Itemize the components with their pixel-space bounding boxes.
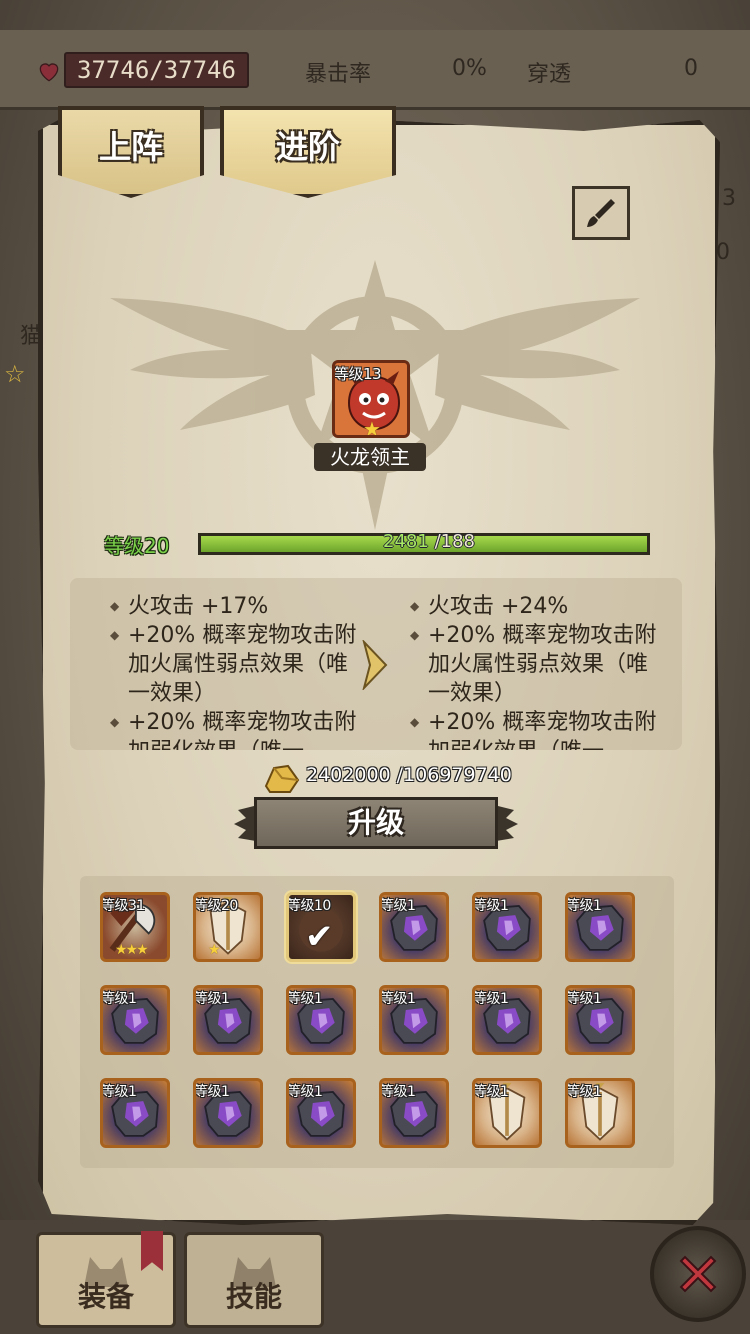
material-level: 等级1 xyxy=(566,898,602,914)
edit-button[interactable] xyxy=(572,186,630,240)
star-icon: ★ xyxy=(363,417,381,438)
side-peek-value: 0 xyxy=(716,240,730,265)
ribbon-icon xyxy=(141,1231,163,1271)
material-level: 等级1 xyxy=(566,1084,602,1100)
close-icon xyxy=(679,1255,717,1293)
material-item[interactable]: 等级1 xyxy=(379,892,449,962)
pet-level: 等级13 xyxy=(334,365,382,383)
tab-equip[interactable]: 装备 xyxy=(36,1231,176,1328)
material-level: 等级1 xyxy=(101,1084,137,1100)
tab-skill[interactable]: 技能 xyxy=(184,1232,324,1328)
heart-icon xyxy=(39,63,59,82)
bullet-icon: ◆ xyxy=(110,628,120,642)
star-rating: ★★★ xyxy=(115,942,149,958)
material-item[interactable]: 等级20 ★ xyxy=(193,892,263,962)
material-level: 等级1 xyxy=(473,991,509,1007)
effect-line: ◆ +20% 概率宠物攻击附加火属性弱点效果（唯一效果） xyxy=(410,623,657,706)
current-effects: ◆ 火攻击 +17% ◆ +20% 概率宠物攻击附加火属性弱点效果（唯一效果） ◆… xyxy=(110,592,360,750)
material-item[interactable]: 等级31 ★★★ xyxy=(100,892,170,962)
material-item[interactable]: 等级1 xyxy=(565,892,635,962)
effect-line: ◆ 火攻击 +24% xyxy=(410,594,569,619)
star-icon: ☆ xyxy=(4,360,26,388)
material-item[interactable]: 等级10 ✔ xyxy=(286,892,356,962)
material-level: 等级1 xyxy=(473,1084,509,1100)
material-level: 等级1 xyxy=(566,991,602,1007)
material-item[interactable]: 等级1 xyxy=(472,892,542,962)
material-item[interactable]: 等级1 xyxy=(286,985,356,1055)
pet-name: 火龙领主 xyxy=(314,443,426,471)
next-effects: ◆ 火攻击 +24% ◆ +20% 概率宠物攻击附加火属性弱点效果（唯一效果） ◆… xyxy=(410,592,660,750)
material-level: 等级1 xyxy=(194,991,230,1007)
material-level: 等级1 xyxy=(194,1084,230,1100)
material-item[interactable]: 等级1 xyxy=(286,1078,356,1148)
xp-readout: 2481 /188 xyxy=(198,531,650,552)
gold-cost: 2402000 /106979740 xyxy=(306,764,512,786)
bullet-icon: ◆ xyxy=(110,599,120,613)
gold-icon xyxy=(264,764,300,793)
material-item[interactable]: 等级1 xyxy=(565,985,635,1055)
material-level: 等级1 xyxy=(380,991,416,1007)
effect-line: ◆ +20% 概率宠物攻击附加火属性弱点效果（唯一效果） xyxy=(110,623,357,706)
material-level: 等级1 xyxy=(473,898,509,914)
material-item[interactable]: 等级1 xyxy=(193,985,263,1055)
material-item[interactable]: 等级1 xyxy=(100,985,170,1055)
material-level: 等级10 xyxy=(287,898,331,914)
material-item[interactable]: 等级1 xyxy=(472,985,542,1055)
bullet-icon: ◆ xyxy=(410,715,420,729)
tab-deploy-label: 上阵 xyxy=(98,128,163,166)
pierce-value: 0 xyxy=(684,56,698,81)
bullet-icon: ◆ xyxy=(110,715,120,729)
side-peek-value: 3 xyxy=(722,186,736,211)
close-button[interactable] xyxy=(650,1226,746,1322)
cat-icon xyxy=(84,1257,128,1287)
material-item[interactable]: 等级1 xyxy=(472,1078,542,1148)
brush-icon xyxy=(587,199,615,227)
material-item[interactable]: 等级1 xyxy=(193,1078,263,1148)
check-icon: ✔ xyxy=(305,917,334,957)
effect-line: ◆ +20% 概率宠物攻击附加弱化效果（唯一 xyxy=(110,710,357,750)
tab-advance-label: 进阶 xyxy=(275,128,340,166)
panel-level: 等级20 xyxy=(104,534,170,558)
material-item[interactable]: 等级1 xyxy=(565,1078,635,1148)
cat-icon xyxy=(232,1257,276,1287)
material-item[interactable]: 等级1 xyxy=(379,985,449,1055)
arrow-right-icon xyxy=(362,640,388,690)
material-item[interactable]: 等级1 xyxy=(379,1078,449,1148)
material-level: 等级1 xyxy=(101,991,137,1007)
material-level: 等级1 xyxy=(380,1084,416,1100)
material-level: 等级1 xyxy=(287,991,323,1007)
effect-line: ◆ +20% 概率宠物攻击附加弱化效果（唯一 xyxy=(410,710,657,750)
hp-value: 37746/37746 xyxy=(64,52,249,88)
material-level: 等级1 xyxy=(287,1084,323,1100)
crit-value: 0% xyxy=(452,56,487,81)
material-level: 等级20 xyxy=(194,898,238,914)
pet-portrait[interactable]: 等级13 ★ xyxy=(332,360,410,438)
xp-current: 2481 xyxy=(383,531,429,552)
crit-label: 暴击率 xyxy=(305,62,372,87)
upgrade-button[interactable]: 升级 xyxy=(254,797,498,849)
material-level: 等级1 xyxy=(380,898,416,914)
top-stat-bar: 37746/37746 暴击率 0% 穿透 0 xyxy=(0,30,750,110)
bullet-icon: ◆ xyxy=(410,599,420,613)
material-level: 等级31 xyxy=(101,898,145,914)
effect-line: ◆ 火攻击 +17% xyxy=(110,594,269,619)
bullet-icon: ◆ xyxy=(410,628,420,642)
pierce-label: 穿透 xyxy=(527,62,572,87)
material-item[interactable]: 等级1 xyxy=(100,1078,170,1148)
xp-max: /188 xyxy=(434,531,475,552)
star-rating: ★ xyxy=(208,942,220,958)
